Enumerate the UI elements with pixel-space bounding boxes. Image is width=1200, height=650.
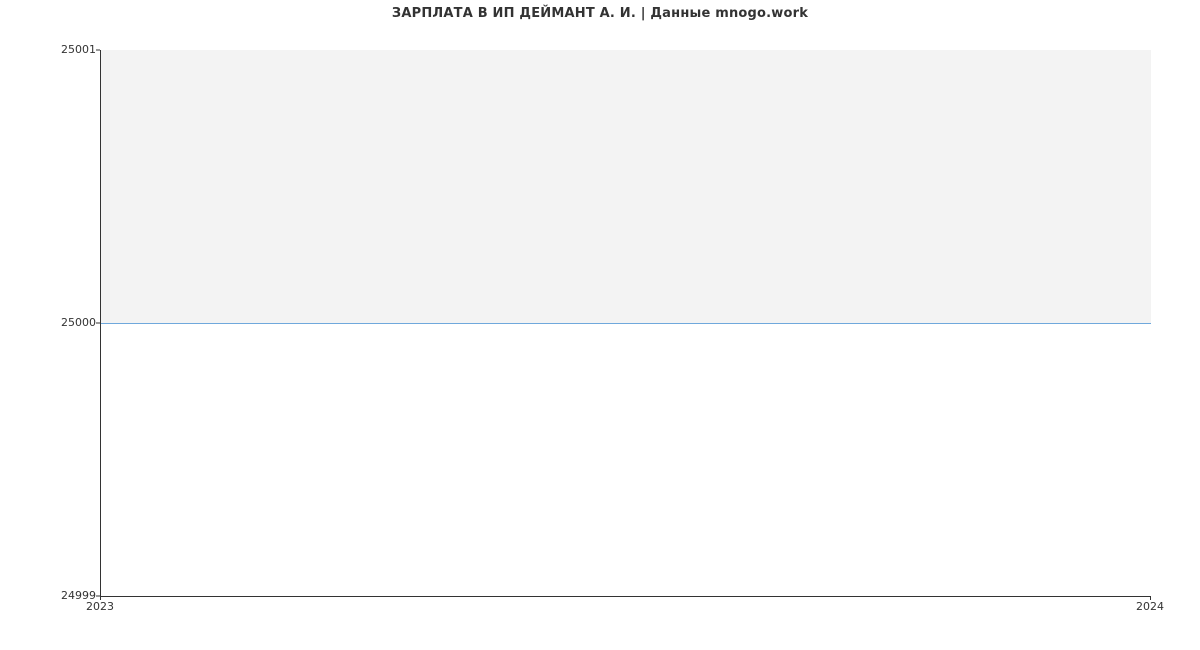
y-tick-label: 25000 — [6, 317, 96, 329]
chart-container: ЗАРПЛАТА В ИП ДЕЙМАНТ А. И. | Данные mno… — [0, 0, 1200, 650]
chart-title: ЗАРПЛАТА В ИП ДЕЙМАНТ А. И. | Данные mno… — [0, 6, 1200, 21]
plot-area — [100, 50, 1151, 597]
y-tick-label: 25001 — [6, 44, 96, 56]
y-tick-label: 24999 — [6, 590, 96, 602]
x-tick-label: 2023 — [86, 600, 114, 613]
x-tick-label: 2024 — [1136, 600, 1164, 613]
plot-shade-upper — [101, 50, 1151, 323]
data-line — [101, 323, 1151, 324]
